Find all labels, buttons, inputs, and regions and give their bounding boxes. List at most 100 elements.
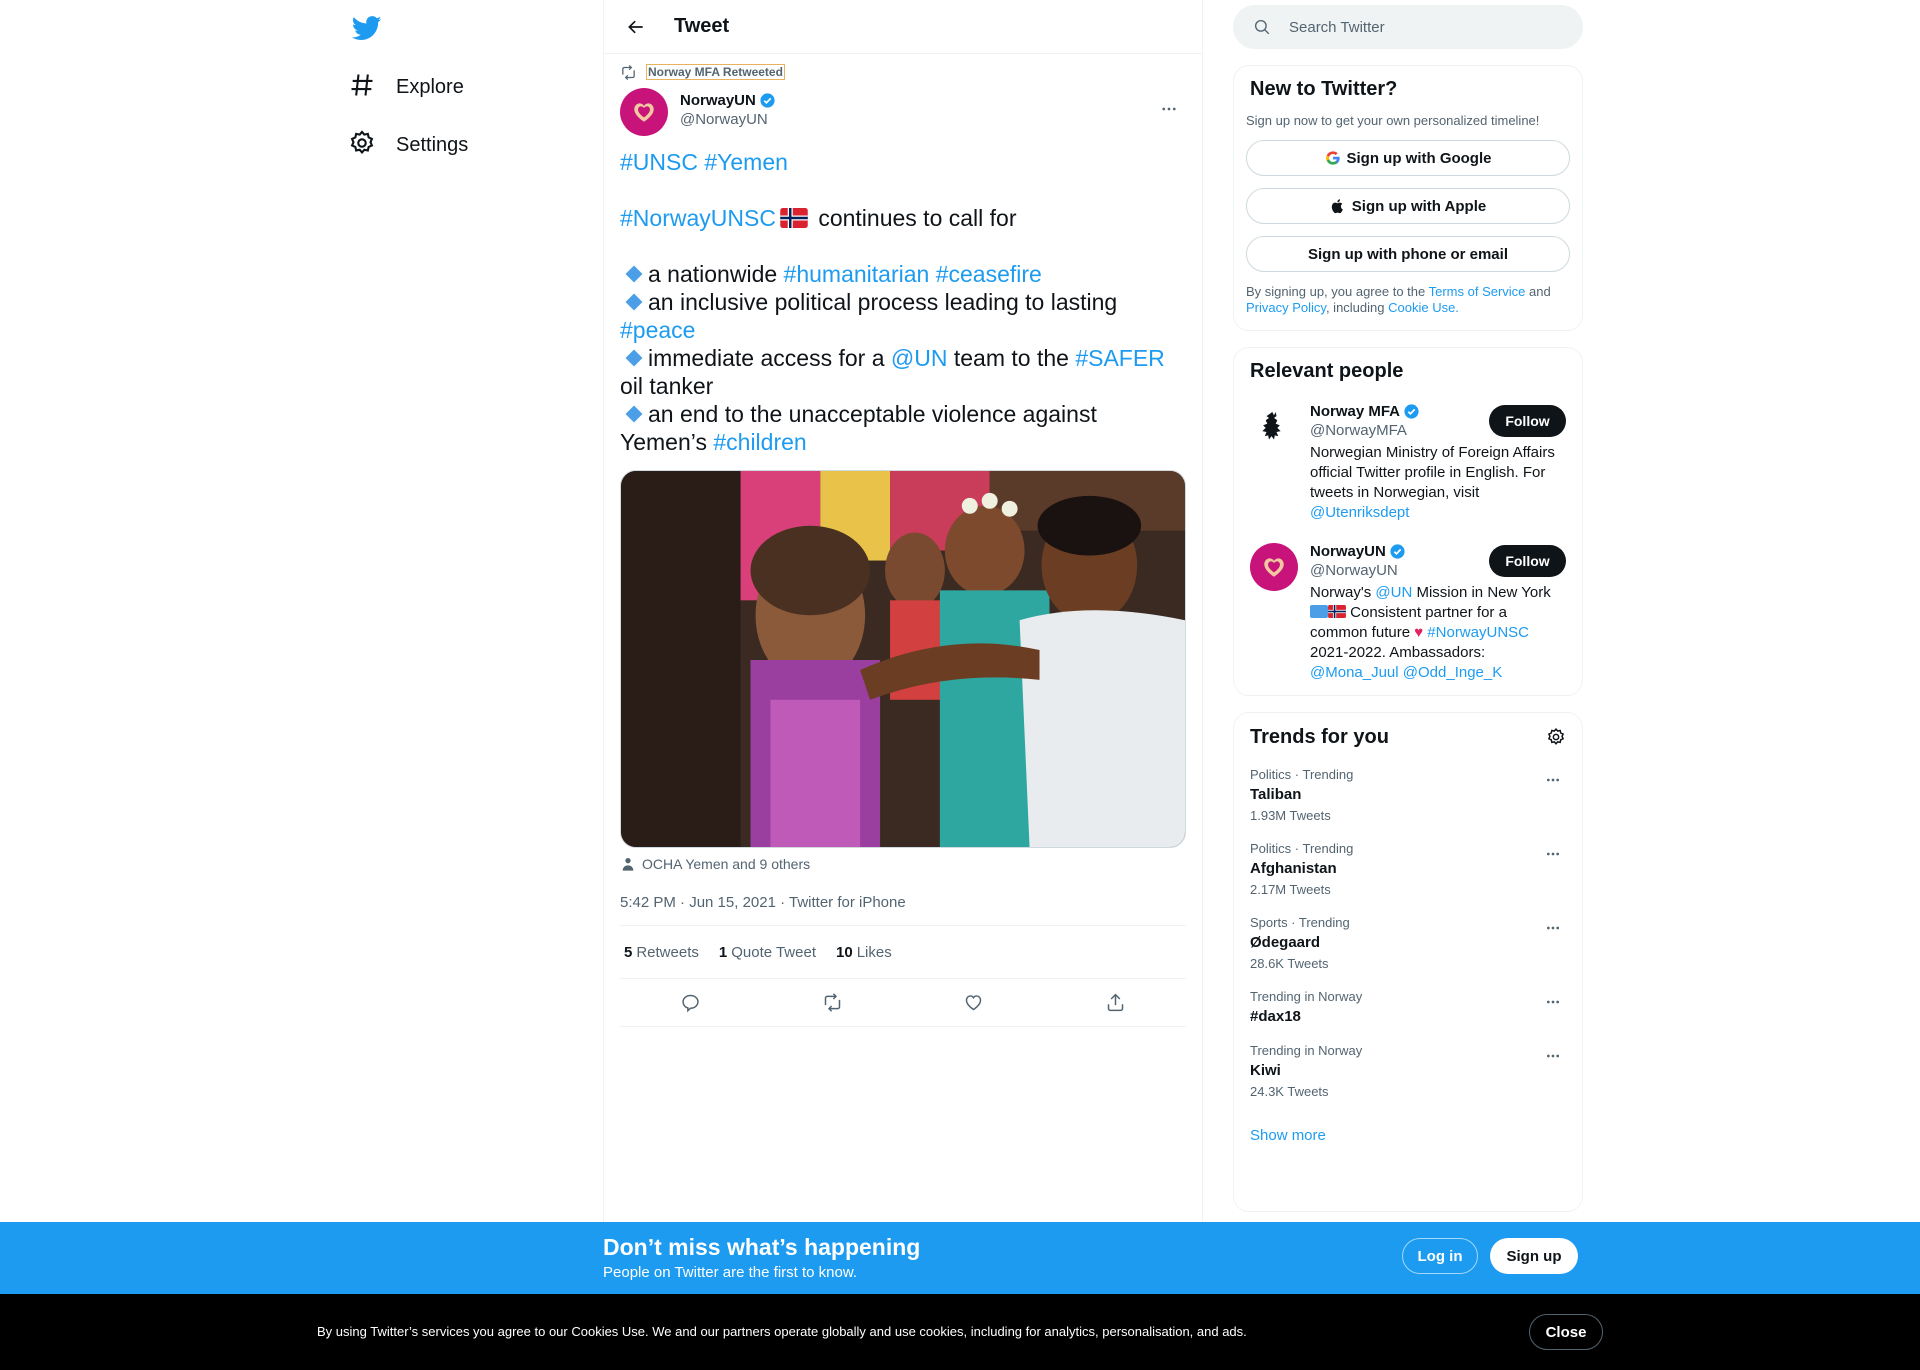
trends-card: Trends for you Politics · Trending Talib… — [1233, 712, 1583, 1212]
search-input[interactable] — [1289, 18, 1549, 36]
more-options-button[interactable] — [1152, 92, 1186, 126]
tweet-detail: Norway MFA Retweeted NorwayUN @NorwayUN … — [604, 64, 1202, 1027]
signup-button[interactable]: Sign up — [1490, 1238, 1578, 1274]
mention-link[interactable]: @UN — [1375, 584, 1412, 601]
trend-more-button[interactable] — [1540, 915, 1566, 941]
retweet-icon — [622, 64, 635, 80]
trend-item[interactable]: Politics · Trending Afghanistan 2.17M Tw… — [1250, 841, 1566, 897]
cookie-text: By using Twitter’s services you agree to… — [317, 1324, 1247, 1339]
twitter-logo-icon[interactable] — [351, 13, 382, 43]
follow-button[interactable]: Follow — [1489, 405, 1566, 437]
author-handle[interactable]: @NorwayUN — [680, 111, 776, 128]
trend-name: Afghanistan — [1250, 860, 1337, 877]
trend-more-button[interactable] — [1540, 989, 1566, 1015]
trend-count: 1.93M Tweets — [1250, 808, 1331, 823]
follow-button[interactable]: Follow — [1489, 545, 1566, 577]
person-icon — [622, 858, 634, 871]
trend-item[interactable]: Trending in Norway Kiwi 24.3K Tweets — [1250, 1043, 1566, 1099]
mention-link[interactable]: @Odd_Inge_K — [1403, 664, 1502, 681]
hashtag-link[interactable]: #NorwayUNSC — [1427, 624, 1529, 641]
hashtag-link[interactable]: #ceasefire — [936, 261, 1042, 287]
hashtag-link[interactable]: #SAFER — [1075, 345, 1164, 371]
close-button[interactable]: Close — [1529, 1314, 1603, 1350]
heart-icon — [966, 995, 982, 1011]
mention-link[interactable]: @Utenriksdept — [1310, 504, 1409, 521]
trend-more-button[interactable] — [1540, 767, 1566, 793]
new-to-twitter-card: New to Twitter? Sign up now to get your … — [1233, 65, 1583, 331]
blue-diamond-icon — [625, 293, 643, 311]
hashtag-link[interactable]: #NorwayUNSC — [620, 205, 776, 231]
mention-link[interactable]: @Mona_Juul — [1310, 664, 1399, 681]
hashtag-link[interactable]: #humanitarian — [784, 261, 930, 287]
person-item[interactable]: NorwayUN @NorwayUN Norway's @UN Mission … — [1250, 543, 1566, 683]
login-button[interactable]: Log in — [1402, 1238, 1478, 1274]
tweet-actions — [620, 979, 1186, 1027]
right-sidebar: New to Twitter? Sign up now to get your … — [1233, 0, 1583, 1212]
search-bar[interactable] — [1233, 5, 1583, 49]
trend-more-button[interactable] — [1540, 1043, 1566, 1069]
avatar[interactable] — [1250, 543, 1298, 591]
signup-apple-button[interactable]: Sign up with Apple — [1246, 188, 1570, 224]
mention-link[interactable]: @UN — [891, 345, 948, 371]
hashtag-link[interactable]: #Yemen — [704, 149, 788, 175]
tweet-text-segment: a nationwide — [648, 261, 784, 287]
cookie-link[interactable]: Cookie Use. — [1388, 300, 1459, 315]
retweets-stat[interactable]: 5 Retweets — [624, 944, 699, 961]
blue-diamond-icon — [625, 349, 643, 367]
nav-explore[interactable]: Explore — [348, 63, 464, 111]
retweets-count: 5 — [624, 943, 633, 961]
avatar[interactable] — [620, 88, 668, 136]
hashtag-link[interactable]: #children — [713, 429, 806, 455]
nav-settings[interactable]: Settings — [348, 121, 468, 169]
nav-settings-label: Settings — [396, 133, 469, 156]
relevant-people-title: Relevant people — [1250, 360, 1404, 382]
trend-more-button[interactable] — [1540, 841, 1566, 867]
trend-item[interactable]: Sports · Trending Ødegaard 28.6K Tweets — [1250, 915, 1566, 971]
author-name[interactable]: NorwayUN — [680, 92, 756, 109]
hashtag-link[interactable]: #peace — [620, 317, 695, 343]
more-dots-icon — [1547, 1054, 1559, 1058]
share-button[interactable] — [1097, 985, 1133, 1021]
trend-name: Ødegaard — [1250, 934, 1321, 951]
retweets-label: Retweets — [636, 943, 699, 961]
avatar[interactable] — [1250, 403, 1298, 451]
like-button[interactable] — [956, 985, 992, 1021]
person-bio: Norway's @UN Mission in New York Consist… — [1310, 583, 1560, 683]
likes-label: Likes — [856, 943, 892, 961]
share-icon — [1107, 993, 1123, 1012]
more-dots-icon — [1162, 107, 1176, 111]
hashtag-link[interactable]: #UNSC — [620, 149, 698, 175]
back-button[interactable] — [618, 9, 654, 45]
signup-google-button[interactable]: Sign up with Google — [1246, 140, 1570, 176]
tweet-text-segment: an inclusive political process leading t… — [648, 289, 1118, 315]
banner-title: Don’t miss what’s happening — [603, 1234, 921, 1260]
tweet-text-segment: immediate access for a — [648, 345, 891, 371]
red-heart-icon: ♥ — [1414, 624, 1424, 641]
signup-legal-text: By signing up, you agree to the Terms of… — [1246, 284, 1570, 316]
bio-text: 2021-2022. Ambassadors: — [1310, 644, 1486, 661]
quote-tweets-stat[interactable]: 1 Quote Tweet — [719, 944, 816, 961]
un-flag-icon — [1310, 605, 1328, 618]
terms-link[interactable]: Terms of Service — [1429, 284, 1526, 299]
trend-category: Trending in Norway — [1250, 989, 1363, 1004]
tweet-photo[interactable] — [620, 470, 1186, 848]
more-dots-icon — [1547, 1000, 1559, 1004]
privacy-link[interactable]: Privacy Policy — [1246, 300, 1326, 315]
trend-item[interactable]: Politics · Trending Taliban 1.93M Tweets — [1250, 767, 1566, 823]
trend-item[interactable]: Trending in Norway #dax18 — [1250, 989, 1566, 1025]
photo-children-vaccination — [621, 471, 1185, 847]
reply-button[interactable] — [673, 985, 709, 1021]
person-name: Norway MFA — [1310, 403, 1401, 420]
likes-stat[interactable]: 10 Likes — [836, 944, 892, 961]
signup-phone-email-button[interactable]: Sign up with phone or email — [1246, 236, 1570, 272]
person-item[interactable]: Norway MFA @NorwayMFA Norwegian Ministry… — [1250, 403, 1566, 523]
gear-icon — [348, 129, 376, 162]
retweet-button[interactable] — [814, 985, 850, 1021]
gear-icon[interactable] — [1546, 727, 1566, 747]
heart-logo-icon — [634, 103, 654, 122]
tagged-people[interactable]: OCHA Yemen and 9 others — [620, 856, 1186, 872]
likes-count: 10 — [836, 943, 853, 961]
tweet-timestamp[interactable]: 5:42 PM · Jun 15, 2021 · Twitter for iPh… — [620, 894, 1186, 926]
show-more-link[interactable]: Show more — [1250, 1127, 1566, 1144]
retweeted-by-link[interactable]: Norway MFA Retweeted — [646, 64, 785, 80]
